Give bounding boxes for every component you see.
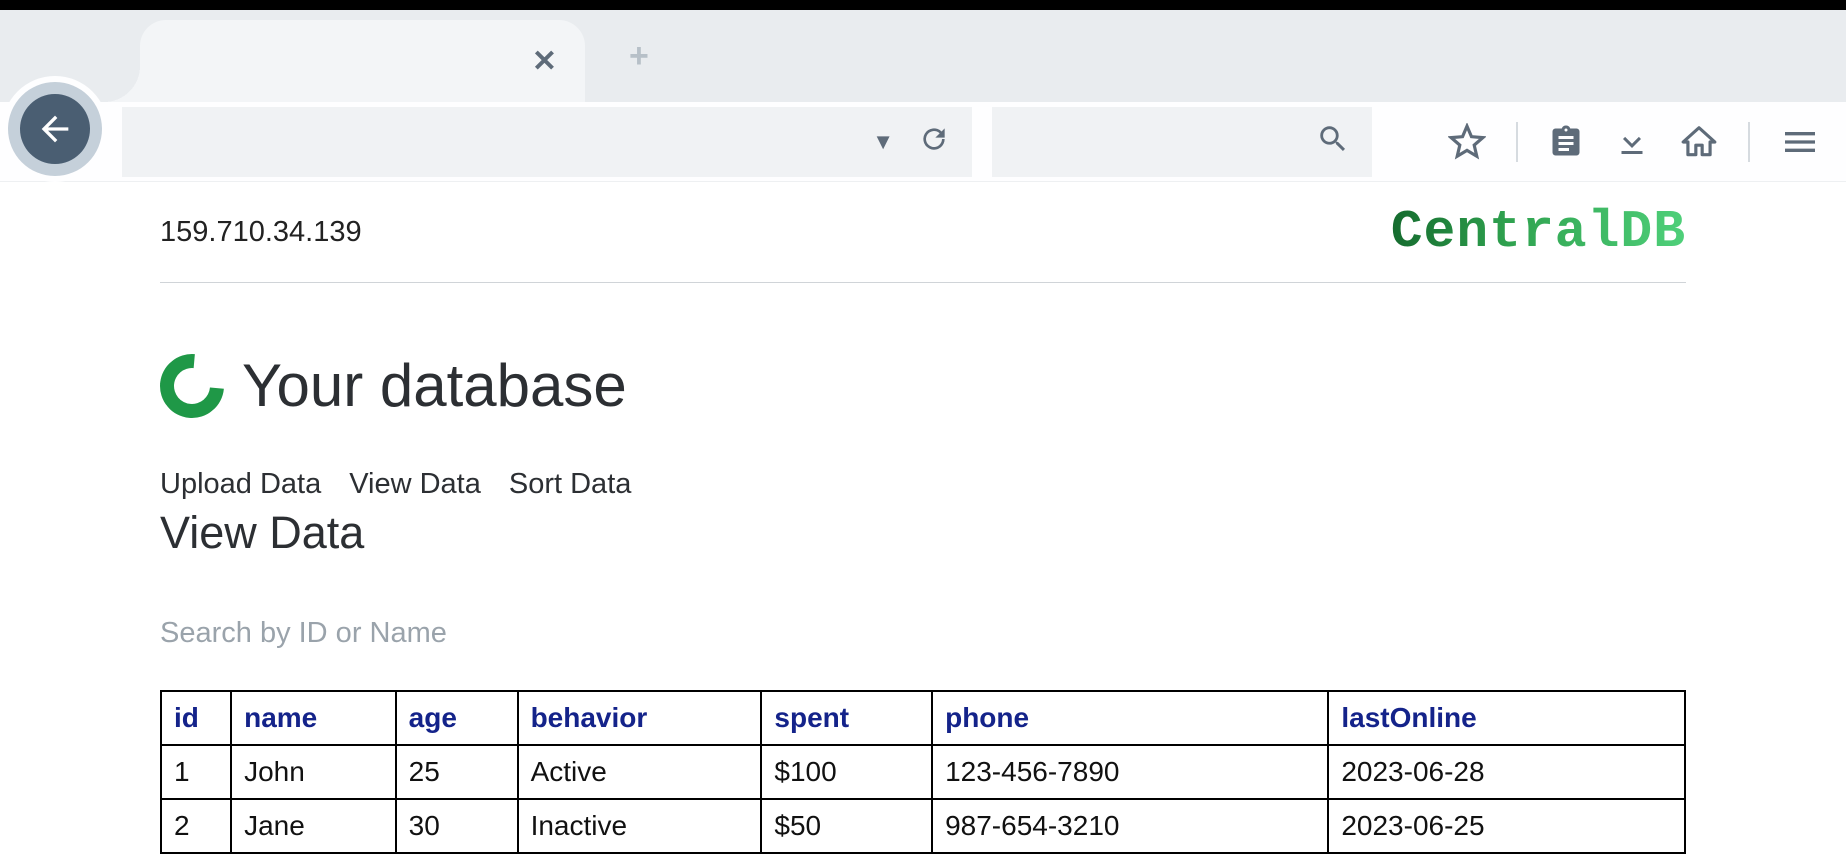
download-icon[interactable]: [1614, 124, 1650, 160]
star-icon[interactable]: [1448, 123, 1486, 161]
col-id[interactable]: id: [161, 691, 231, 745]
data-table: id name age behavior spent phone lastOnl…: [160, 690, 1686, 854]
new-tab-button[interactable]: +: [629, 37, 649, 76]
title-row: Your database: [160, 351, 1686, 420]
page-title: Your database: [242, 351, 627, 420]
cell-age: 25: [396, 745, 518, 799]
tab-sort-data[interactable]: Sort Data: [509, 468, 632, 501]
table-header-row: id name age behavior spent phone lastOnl…: [161, 691, 1685, 745]
chevron-down-icon[interactable]: ▼: [872, 129, 894, 155]
reload-icon[interactable]: [918, 123, 950, 160]
cell-behavior: Inactive: [518, 799, 762, 853]
main-section: Your database Upload Data View Data Sort…: [160, 283, 1686, 854]
close-icon[interactable]: ✕: [532, 44, 557, 79]
address-bar[interactable]: ▼: [122, 107, 972, 177]
cell-spent: $100: [761, 745, 932, 799]
home-icon[interactable]: [1680, 123, 1718, 161]
cell-name: Jane: [231, 799, 396, 853]
col-age[interactable]: age: [396, 691, 518, 745]
cell-spent: $50: [761, 799, 932, 853]
arrow-left-icon: [20, 94, 90, 164]
cell-age: 30: [396, 799, 518, 853]
cell-phone: 123-456-7890: [932, 745, 1328, 799]
page-header: 159.710.34.139 CentralDB: [160, 202, 1686, 283]
toolbar-right-group: [1448, 122, 1820, 162]
spinner-icon: [147, 340, 237, 430]
cell-behavior: Active: [518, 745, 762, 799]
cell-name: John: [231, 745, 396, 799]
cell-lastonline: 2023-06-28: [1328, 745, 1685, 799]
cell-id: 2: [161, 799, 231, 853]
back-button[interactable]: [8, 82, 102, 176]
browser-toolbar: ▼: [0, 102, 1846, 182]
col-phone[interactable]: phone: [932, 691, 1328, 745]
ip-address: 159.710.34.139: [160, 216, 362, 249]
col-name[interactable]: name: [231, 691, 396, 745]
table-row: 1 John 25 Active $100 123-456-7890 2023-…: [161, 745, 1685, 799]
divider: [1516, 122, 1518, 162]
cell-id: 1: [161, 745, 231, 799]
cell-lastonline: 2023-06-25: [1328, 799, 1685, 853]
cell-phone: 987-654-3210: [932, 799, 1328, 853]
search-input[interactable]: [160, 617, 1686, 650]
clipboard-icon[interactable]: [1548, 124, 1584, 160]
search-icon[interactable]: [1316, 122, 1350, 161]
nav-tabs: Upload Data View Data Sort Data: [160, 468, 1686, 501]
col-spent[interactable]: spent: [761, 691, 932, 745]
window-top-strip: [0, 0, 1846, 10]
table-row: 2 Jane 30 Inactive $50 987-654-3210 2023…: [161, 799, 1685, 853]
browser-search-bar[interactable]: [992, 107, 1372, 177]
tab-view-data[interactable]: View Data: [349, 468, 481, 501]
browser-tab-shelf: ✕ +: [0, 10, 1846, 102]
page-content: 159.710.34.139 CentralDB Your database U…: [0, 182, 1846, 854]
browser-tab[interactable]: ✕: [140, 20, 585, 102]
section-heading: View Data: [160, 507, 1686, 559]
menu-icon[interactable]: [1780, 122, 1820, 162]
tab-upload-data[interactable]: Upload Data: [160, 468, 321, 501]
col-lastonline[interactable]: lastOnline: [1328, 691, 1685, 745]
divider: [1748, 122, 1750, 162]
brand-logo: CentralDB: [1391, 202, 1686, 262]
col-behavior[interactable]: behavior: [518, 691, 762, 745]
